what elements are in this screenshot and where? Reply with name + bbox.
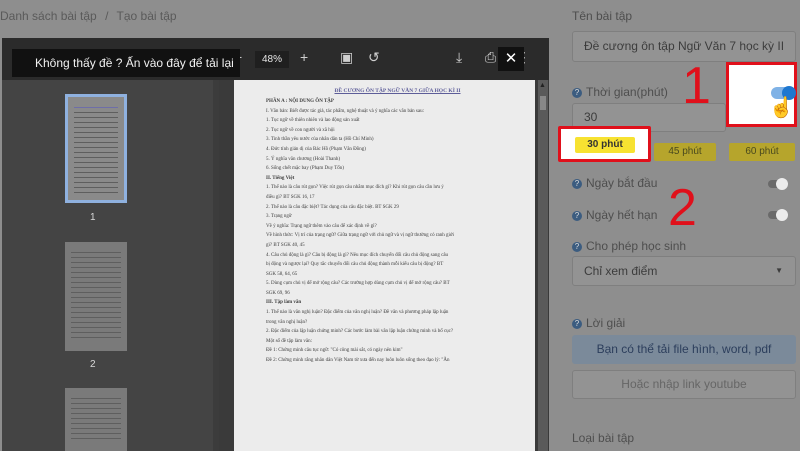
- youtube-link-input[interactable]: Hoặc nhập link youtube: [572, 370, 796, 399]
- document-line: 5. Dùng cụm chủ vị để mở rộng câu? Các t…: [266, 281, 450, 287]
- fit-page-icon[interactable]: ▣: [340, 49, 353, 66]
- document-line: 5. Ý nghĩa văn chương (Hoài Thanh): [266, 156, 340, 162]
- rotate-icon[interactable]: ↺: [368, 49, 380, 66]
- scroll-up-icon[interactable]: ▲: [539, 82, 546, 89]
- document-line: 6. Sống chết mặc bay (Phạm Duy Tốn): [266, 166, 344, 172]
- hand-cursor-icon: ☝: [769, 97, 794, 119]
- document-line: II. Tiếng Việt: [266, 175, 295, 181]
- document-line: 3. Tinh thần yêu nước của nhân dân ta (H…: [266, 137, 374, 143]
- exercise-type-label: Loại bài tập: [572, 431, 635, 445]
- document-line: điều gì? BT SGK 16, 17: [266, 194, 315, 200]
- allow-select[interactable]: Chỉ xem điểm ▼: [572, 256, 796, 286]
- end-date-label: ? Ngày hết hạn: [572, 208, 657, 222]
- page-thumbnail-3[interactable]: [65, 388, 127, 451]
- document-line: 1. Tục ngữ về thiên nhiên và lao động sả…: [266, 118, 360, 124]
- chip-highlight: 30 phút: [558, 126, 651, 162]
- info-icon: ?: [572, 318, 582, 329]
- zoom-in-button[interactable]: +: [300, 49, 308, 65]
- reload-notice[interactable]: Không thấy đề ? Ấn vào đây để tải lại: [12, 49, 240, 77]
- upload-file-button[interactable]: Bạn có thể tải file hình, word, pdf: [572, 335, 796, 364]
- info-icon: ?: [572, 210, 582, 221]
- thumbnail-scrollbar[interactable]: [213, 80, 219, 451]
- time-toggle-highlight: ☝: [726, 62, 797, 127]
- solution-label-text: Lời giải: [586, 316, 626, 330]
- document-line: SGK 69, 96: [266, 290, 290, 296]
- title-label: Tên bài tập: [572, 9, 633, 23]
- document-line: Một số đề tập làm văn:: [266, 338, 312, 344]
- chip-60-minutes[interactable]: 60 phút: [729, 143, 795, 161]
- document-line: Đề 2: Chứng minh rằng nhân dân Việt Nam …: [266, 358, 450, 364]
- allow-label: ? Cho phép học sinh: [572, 239, 686, 253]
- document-line: SGK 58, 64, 65: [266, 271, 298, 277]
- document-line: PHẦN A : NỘI DUNG ÔN TẬP: [266, 99, 334, 104]
- toggle-knob: [776, 209, 788, 221]
- document-line: 2. Tục ngữ về con người và xã hội: [266, 127, 335, 133]
- document-line: trong văn nghị luận?: [266, 319, 308, 325]
- allow-label-text: Cho phép học sinh: [586, 239, 687, 253]
- start-date-text: Ngày bắt đầu: [586, 176, 658, 190]
- end-date-toggle[interactable]: [768, 209, 788, 221]
- close-button[interactable]: ✕: [498, 47, 524, 71]
- document-line: Về ý nghĩa: Trạng ngữ thêm vào câu để xá…: [266, 223, 377, 229]
- document-body: PHẦN A : NỘI DUNG ÔN TẬP I. Văn bản: Biết…: [266, 97, 529, 366]
- document-scrollbar[interactable]: ▲: [538, 80, 548, 451]
- info-icon: ?: [572, 87, 582, 98]
- document-line: bị động và ngược lại? Quy tắc chuyển đổi…: [266, 262, 444, 268]
- step-number-2: 2: [668, 179, 697, 237]
- document-line: Đề 1: Chứng minh câu tục ngữ: "Có công m…: [266, 348, 403, 354]
- document-line: 4. Đức tính giản dị của Bác Hồ (Phạm Văn…: [266, 146, 366, 152]
- document-line: 3. Trạng ngữ: [266, 214, 292, 220]
- start-date-label: ? Ngày bắt đầu: [572, 176, 657, 190]
- document-line: III. Tập làm văn: [266, 300, 302, 306]
- document-line: Về hình thức: Vị trí của trạng ngữ? Giữa…: [266, 233, 454, 239]
- scrollbar-thumb[interactable]: [540, 96, 546, 110]
- page-thumbnail-1[interactable]: [65, 94, 127, 203]
- start-date-toggle[interactable]: [768, 178, 788, 190]
- info-icon: ?: [572, 241, 582, 252]
- toggle-knob: [776, 178, 788, 190]
- document-line: 2. Đặc điểm của lập luận chứng minh? Các…: [266, 329, 454, 335]
- breadcrumb-parent-link[interactable]: Danh sách bài tập: [0, 9, 97, 23]
- document-line: 4. Câu chủ động là gì? Câu bị động là gì…: [266, 252, 449, 258]
- time-label-text: Thời gian(phút): [586, 85, 668, 99]
- thumbnail-panel: 1 2: [2, 80, 219, 451]
- thumbnail-number: 2: [90, 359, 96, 370]
- breadcrumb: Danh sách bài tập / Tạo bài tập: [0, 9, 182, 23]
- document-line: 1. Thế nào là câu rút gọn? Việc rút gọn …: [266, 185, 444, 191]
- solution-label: ? Lời giải: [572, 316, 625, 330]
- breadcrumb-separator: /: [105, 9, 109, 23]
- document-line: 2. Thế nào là câu đặc biệt? Tác dụng của…: [266, 204, 399, 210]
- step-number-1: 1: [682, 57, 711, 115]
- chevron-down-icon: ▼: [775, 266, 783, 275]
- download-icon[interactable]: ⤓: [456, 49, 462, 66]
- info-icon: ?: [572, 178, 582, 189]
- document-line: gì? BT SGK 40, 45: [266, 242, 305, 248]
- chip-45-minutes[interactable]: 45 phút: [654, 143, 716, 161]
- breadcrumb-current: Tạo bài tập: [116, 9, 177, 23]
- pdf-viewer: ☰ − 48% + ▣ ↺ ⤓ ⎙ ⋮ Không thấy đề ? Ấn v…: [2, 38, 549, 451]
- allow-select-value: Chỉ xem điểm: [584, 264, 658, 278]
- end-date-text: Ngày hết hạn: [586, 208, 658, 222]
- print-icon[interactable]: ⎙: [485, 49, 496, 66]
- document-title: ĐỀ CƯƠNG ÔN TẬP NGỮ VĂN 7 GIỮA HỌC KÌ II: [334, 88, 461, 94]
- thumbnail-number: 1: [90, 212, 96, 223]
- chip-30-minutes[interactable]: 30 phút: [575, 137, 635, 153]
- document-line: 1. Thế nào là văn nghị luận? Đặc điểm củ…: [266, 310, 449, 316]
- zoom-level[interactable]: 48%: [255, 51, 289, 68]
- document-line: I. Văn bản: Biết được tác giả, tác phẩm,…: [266, 108, 424, 114]
- document-page: ĐỀ CƯƠNG ÔN TẬP NGỮ VĂN 7 GIỮA HỌC KÌ II…: [234, 80, 535, 451]
- time-label: ? Thời gian(phút): [572, 85, 668, 99]
- page-thumbnail-2[interactable]: [65, 242, 127, 351]
